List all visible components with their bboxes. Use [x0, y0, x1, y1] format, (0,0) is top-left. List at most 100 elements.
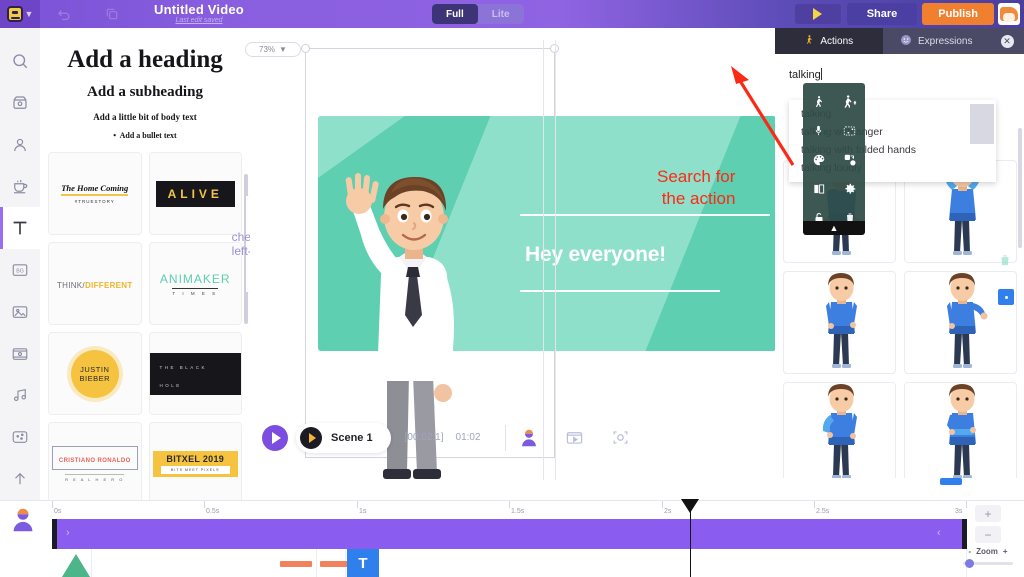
- template-line1: JUSTIN: [80, 364, 110, 374]
- sidebar-item-video[interactable]: [0, 82, 40, 124]
- animaker-robot-logo-icon: [6, 6, 23, 22]
- sidebar-item-character[interactable]: [0, 124, 40, 166]
- text-template-card[interactable]: ANIMAKER T I M E S: [148, 242, 242, 325]
- timeline-ruler[interactable]: 0s 0.5s 1s 1.5s 2s 2.5s 3s: [52, 501, 967, 519]
- chevron-down-icon[interactable]: ▼: [25, 9, 34, 19]
- search-field-wrap[interactable]: talking: [775, 54, 1024, 81]
- action-thumbnail[interactable]: [904, 271, 1017, 374]
- zoom-in-button[interactable]: +: [975, 505, 1001, 522]
- timeline-character-avatar[interactable]: [8, 505, 38, 535]
- walking-person-plus-icon[interactable]: [834, 87, 865, 116]
- play-scene-button[interactable]: [262, 424, 288, 451]
- action-thumbnail[interactable]: [783, 271, 896, 374]
- page-title: Untitled Video: [154, 2, 244, 17]
- mode-toggle[interactable]: Full Lite: [431, 4, 524, 24]
- sidebar-item-text[interactable]: [0, 207, 40, 250]
- chevron-right-icon[interactable]: ›: [66, 527, 70, 539]
- timeline-element-track[interactable]: T: [52, 549, 967, 577]
- publish-button[interactable]: Publish: [922, 3, 994, 25]
- gear-icon[interactable]: [834, 174, 865, 203]
- sidebar-item-upload[interactable]: [0, 458, 40, 500]
- track-handle-left[interactable]: [52, 519, 57, 549]
- flip-icon[interactable]: [803, 174, 834, 203]
- resize-handle-tl[interactable]: [301, 44, 310, 53]
- annotation-line-2: the action: [661, 189, 736, 208]
- toolbar-collapse-button[interactable]: ▲: [803, 221, 865, 235]
- mode-full-button[interactable]: Full: [431, 4, 478, 24]
- zoom-plus-label[interactable]: +: [1003, 547, 1008, 556]
- sidebar-item-props[interactable]: [0, 165, 40, 207]
- palette-icon[interactable]: [803, 145, 834, 174]
- canvas-text[interactable]: Hey everyone!: [525, 243, 666, 267]
- playhead-handle[interactable]: [681, 499, 699, 513]
- video-camera-icon: [13, 96, 27, 109]
- canvas-align-button[interactable]: [998, 289, 1014, 305]
- sidebar-item-music[interactable]: [0, 375, 40, 417]
- search-input[interactable]: talking: [789, 68, 1010, 81]
- camera-button[interactable]: [598, 418, 644, 458]
- mode-lite-button[interactable]: Lite: [478, 4, 524, 24]
- chevron-down-icon[interactable]: ▼: [279, 45, 287, 54]
- right-panel-tabs: Actions Expressions ✕: [775, 28, 1024, 54]
- action-thumbnail[interactable]: [904, 382, 1017, 478]
- upload-arrow-icon: [15, 472, 25, 485]
- timeline-track-row[interactable]: › ‹: [52, 519, 967, 549]
- canvas-zoom-control[interactable]: 73% ▼: [245, 42, 301, 57]
- motion-path-icon[interactable]: [834, 116, 865, 145]
- playhead[interactable]: [681, 499, 699, 577]
- text-t-icon: [13, 221, 27, 235]
- zoom-out-button[interactable]: −: [975, 526, 1001, 543]
- action-thumbnail[interactable]: [783, 382, 896, 478]
- microphone-icon[interactable]: [803, 116, 834, 145]
- tab-actions[interactable]: Actions: [775, 28, 883, 54]
- preview-button[interactable]: [794, 4, 841, 24]
- suggestions-scrollbar[interactable]: [970, 104, 994, 144]
- close-panel-button[interactable]: ✕: [990, 28, 1024, 54]
- tab-expressions[interactable]: Expressions: [882, 28, 990, 54]
- scene-transition-button[interactable]: [552, 418, 598, 458]
- character-settings-button[interactable]: [506, 418, 552, 458]
- scene-track-bar[interactable]: [52, 519, 967, 549]
- tab-actions-label: Actions: [820, 35, 854, 47]
- panel-bottom-indicator[interactable]: [940, 478, 962, 485]
- template-line2: T I M E S: [172, 287, 219, 296]
- add-body-text-option[interactable]: Add a little bit of body text: [48, 112, 242, 122]
- text-template-card[interactable]: CRISTIANO RONALDO R E A L H E R O: [48, 422, 142, 500]
- scene-chip[interactable]: Scene 1: [296, 422, 391, 453]
- sidebar-item-effects[interactable]: [0, 416, 40, 458]
- sidebar-item-image[interactable]: [0, 291, 40, 333]
- text-element-block[interactable]: T: [347, 549, 379, 577]
- text-template-card[interactable]: BITXEL 2019 BITS MEET PIXELS: [148, 422, 242, 500]
- chevron-left-icon[interactable]: ‹: [937, 527, 941, 539]
- text-template-card[interactable]: JUSTIN BIEBER: [48, 332, 142, 415]
- right-panel-scrollbar[interactable]: [1018, 128, 1022, 248]
- zoom-slider-knob[interactable]: [965, 559, 974, 568]
- zoom-slider[interactable]: [963, 559, 1013, 568]
- duplicate-icon[interactable]: [88, 0, 136, 28]
- sidebar-item-background[interactable]: BG: [0, 249, 40, 291]
- canvas-trash-icon[interactable]: [998, 252, 1012, 271]
- swap-character-icon[interactable]: [834, 145, 865, 174]
- text-template-card[interactable]: THE BLACK HOLE: [148, 332, 242, 415]
- sidebar-item-video-clip[interactable]: [0, 333, 40, 375]
- project-title-block[interactable]: Untitled Video Last edit saved: [154, 3, 244, 25]
- sidebar-item-search[interactable]: [0, 40, 40, 82]
- zoom-minus-label[interactable]: -: [968, 547, 971, 556]
- add-subheading-option[interactable]: Add a subheading: [48, 84, 242, 101]
- undo-icon[interactable]: [40, 0, 88, 28]
- image-icon: [12, 305, 28, 318]
- add-heading-option[interactable]: Add a heading: [48, 46, 242, 74]
- text-template-card[interactable]: ALIVE: [148, 152, 242, 235]
- transition-marker[interactable]: [54, 554, 98, 577]
- add-bullet-text-option[interactable]: • Add a bullet text: [48, 131, 242, 140]
- walking-person-icon[interactable]: [803, 87, 834, 116]
- scene-play-button[interactable]: [300, 426, 322, 449]
- share-button[interactable]: Share: [846, 3, 918, 25]
- keyframe-marker[interactable]: [280, 561, 312, 567]
- avatar[interactable]: [994, 0, 1024, 28]
- app-logo-button[interactable]: ▼: [0, 0, 40, 28]
- character-floating-toolbar[interactable]: [803, 83, 865, 233]
- text-template-card[interactable]: The Home Coming #TRUESTORY: [48, 152, 142, 235]
- text-library-panel: Add a heading Add a subheading Add a lit…: [40, 28, 250, 500]
- text-template-card[interactable]: THINK/DIFFERENT: [48, 242, 142, 325]
